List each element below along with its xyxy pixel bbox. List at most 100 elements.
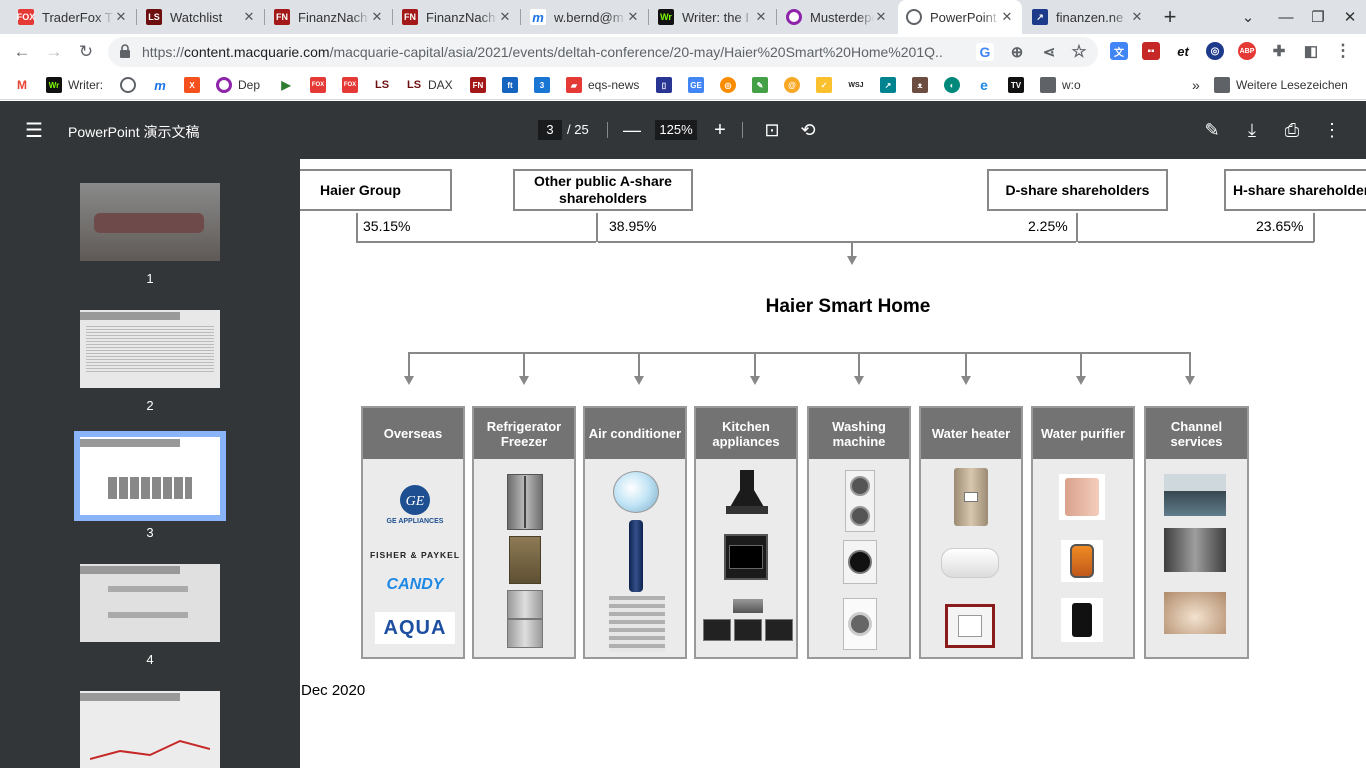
bookmark-trend[interactable]: ↗ — [880, 75, 896, 95]
browser-tab[interactable]: FN FinanzNach ✕ — [394, 0, 520, 34]
chrome-menu-icon[interactable]: ⋮ — [1334, 41, 1352, 60]
more-options-icon[interactable]: ⋮ — [1320, 118, 1344, 142]
forward-button[interactable]: → — [40, 38, 68, 66]
tab-search-chevron-icon[interactable]: ⌄ — [1232, 0, 1264, 34]
browser-tab[interactable]: ↗ finanzen.ne ✕ — [1024, 0, 1152, 34]
bookmark-x[interactable]: X — [184, 75, 200, 95]
bookmark-ge[interactable]: GE — [688, 75, 704, 95]
browser-tab[interactable]: Musterdepo ✕ — [778, 0, 896, 34]
at-icon: @ — [784, 77, 800, 93]
close-tab-icon[interactable]: ✕ — [1130, 9, 1144, 25]
percentage-d-share: 2.25% — [1028, 218, 1068, 234]
vpn-extension-icon[interactable]: ◎ — [1206, 42, 1224, 60]
bookmark-at[interactable]: @ — [784, 75, 800, 95]
thumbnail-sidebar: 1 2 3 4 — [0, 159, 300, 768]
browser-tab[interactable]: m w.bernd@m ✕ — [522, 0, 648, 34]
bookmark-dax[interactable]: LS DAX — [406, 75, 453, 95]
zoom-out-button[interactable]: — — [620, 118, 644, 142]
page-number-input[interactable]: 3 — [538, 120, 562, 140]
page-thumbnail-2[interactable] — [80, 310, 220, 388]
bookmark-tv[interactable]: TV — [1008, 75, 1024, 95]
bookmark-ls[interactable]: LS — [374, 75, 390, 95]
translate-icon[interactable]: 文 — [1110, 42, 1128, 60]
bookmark-ft[interactable]: ft — [502, 75, 518, 95]
zoom-icon[interactable]: ⊕ — [1008, 43, 1026, 61]
bookmark-folder-wo[interactable]: w:o — [1040, 75, 1081, 95]
fit-page-icon[interactable]: ⊡ — [760, 118, 784, 142]
browser-tab[interactable]: Wr Writer: the I ✕ — [650, 0, 776, 34]
page-thumbnail-5[interactable] — [80, 691, 220, 768]
close-tab-icon[interactable]: ✕ — [370, 9, 384, 25]
new-tab-button[interactable]: + — [1154, 0, 1186, 34]
bookmark-finanznachrichten[interactable]: FN — [470, 75, 486, 95]
bookmark-play[interactable]: ▶ — [278, 75, 294, 95]
zoom-input[interactable]: 125% — [655, 120, 697, 140]
address-bar[interactable]: https://content.macquarie.com/macquarie-… — [108, 37, 1098, 67]
browser-tab-active[interactable]: PowerPoint ✕ — [898, 0, 1022, 34]
adblock-icon[interactable]: ABP — [1238, 42, 1256, 60]
trend-icon: ↗ — [880, 77, 896, 93]
browser-tab[interactable]: FOX TraderFox T ✕ — [10, 0, 136, 34]
bookmark-orange[interactable]: ◎ — [720, 75, 736, 95]
bookmark-traderfox-2[interactable]: FOX — [342, 75, 358, 95]
share-icon[interactable]: ⋖ — [1040, 43, 1058, 61]
page-thumbnail-1[interactable] — [80, 183, 220, 261]
writer-icon: Wr — [46, 77, 62, 93]
bookmark-chart[interactable]: ✎ — [752, 75, 768, 95]
bookmark-doc[interactable]: ▯ — [656, 75, 672, 95]
close-tab-icon[interactable]: ✕ — [498, 9, 512, 25]
close-window-button[interactable]: ✕ — [1334, 0, 1366, 34]
fridge-image — [509, 536, 541, 584]
bookmark-wsj[interactable]: WSJ — [848, 75, 864, 95]
bookmark-eqs-news[interactable]: ▰ eqs-news — [566, 75, 639, 95]
page-total: / 25 — [567, 122, 589, 137]
restore-button[interactable]: ❐ — [1302, 0, 1334, 34]
store-interior-image — [1164, 528, 1226, 572]
bookmark-mail[interactable]: m — [152, 75, 168, 95]
bookmark-gmail[interactable]: M — [14, 75, 30, 95]
close-tab-icon[interactable]: ✕ — [1000, 9, 1014, 25]
bookmark-animal[interactable]: ᴥ — [912, 75, 928, 95]
ls-icon: LS — [146, 9, 162, 25]
google-icon[interactable]: G — [976, 43, 994, 61]
bookmark-dep[interactable]: Dep — [216, 75, 260, 95]
reload-button[interactable]: ↻ — [72, 38, 100, 66]
bookmark-star-icon[interactable]: ☆ — [1070, 42, 1088, 61]
menu-hamburger-icon[interactable]: ☰ — [22, 118, 46, 142]
bookmark-3[interactable]: 3 — [534, 75, 550, 95]
browser-tab[interactable]: LS Watchlist ✕ — [138, 0, 264, 34]
lock-icon[interactable] — [120, 44, 130, 58]
close-tab-icon[interactable]: ✕ — [874, 9, 888, 25]
other-bookmarks-folder[interactable]: Weitere Lesezeichen — [1214, 75, 1348, 95]
download-icon[interactable]: ⤓ — [1240, 118, 1264, 142]
rotate-icon[interactable]: ⟲ — [796, 118, 820, 142]
category-refrigerator-freezer: Refrigerator Freezer — [472, 406, 576, 659]
bookmark-writer[interactable]: Wr Writer: — [46, 75, 103, 95]
et-extension-icon[interactable]: et — [1174, 42, 1192, 60]
side-panel-icon[interactable]: ◧ — [1302, 42, 1320, 60]
bookmarks-overflow-button[interactable]: » — [1192, 75, 1200, 95]
extensions-puzzle-icon[interactable]: ✚ — [1270, 42, 1288, 60]
close-tab-icon[interactable]: ✕ — [626, 9, 640, 25]
close-tab-icon[interactable]: ✕ — [242, 9, 256, 25]
close-tab-icon[interactable]: ✕ — [754, 9, 768, 25]
back-button[interactable]: ← — [8, 38, 36, 66]
gas-water-heater-image — [954, 468, 988, 526]
minimize-button[interactable]: — — [1270, 0, 1302, 34]
bookmark-e[interactable]: e — [976, 75, 992, 95]
bookmark-check[interactable]: ✓ — [816, 75, 832, 95]
writer-icon: Wr — [658, 9, 674, 25]
zoom-in-button[interactable]: + — [708, 118, 732, 142]
page-thumbnail-4[interactable] — [80, 564, 220, 642]
bookmark-globe[interactable] — [120, 75, 136, 95]
document-title: PowerPoint 演示文稿 — [68, 124, 200, 140]
extension-icon[interactable]: ▪▪ — [1142, 42, 1160, 60]
bookmark-circle[interactable]: ◐ — [944, 75, 960, 95]
page-thumbnail-3-active[interactable] — [74, 431, 226, 521]
bookmark-traderfox[interactable]: FOX — [310, 75, 326, 95]
close-tab-icon[interactable]: ✕ — [114, 9, 128, 25]
url-text[interactable]: https://content.macquarie.com/macquarie-… — [142, 37, 942, 67]
browser-tab[interactable]: FN FinanzNach ✕ — [266, 0, 392, 34]
annotate-pen-icon[interactable]: ✎ — [1200, 118, 1224, 142]
print-icon[interactable]: ⎙ — [1280, 118, 1304, 142]
